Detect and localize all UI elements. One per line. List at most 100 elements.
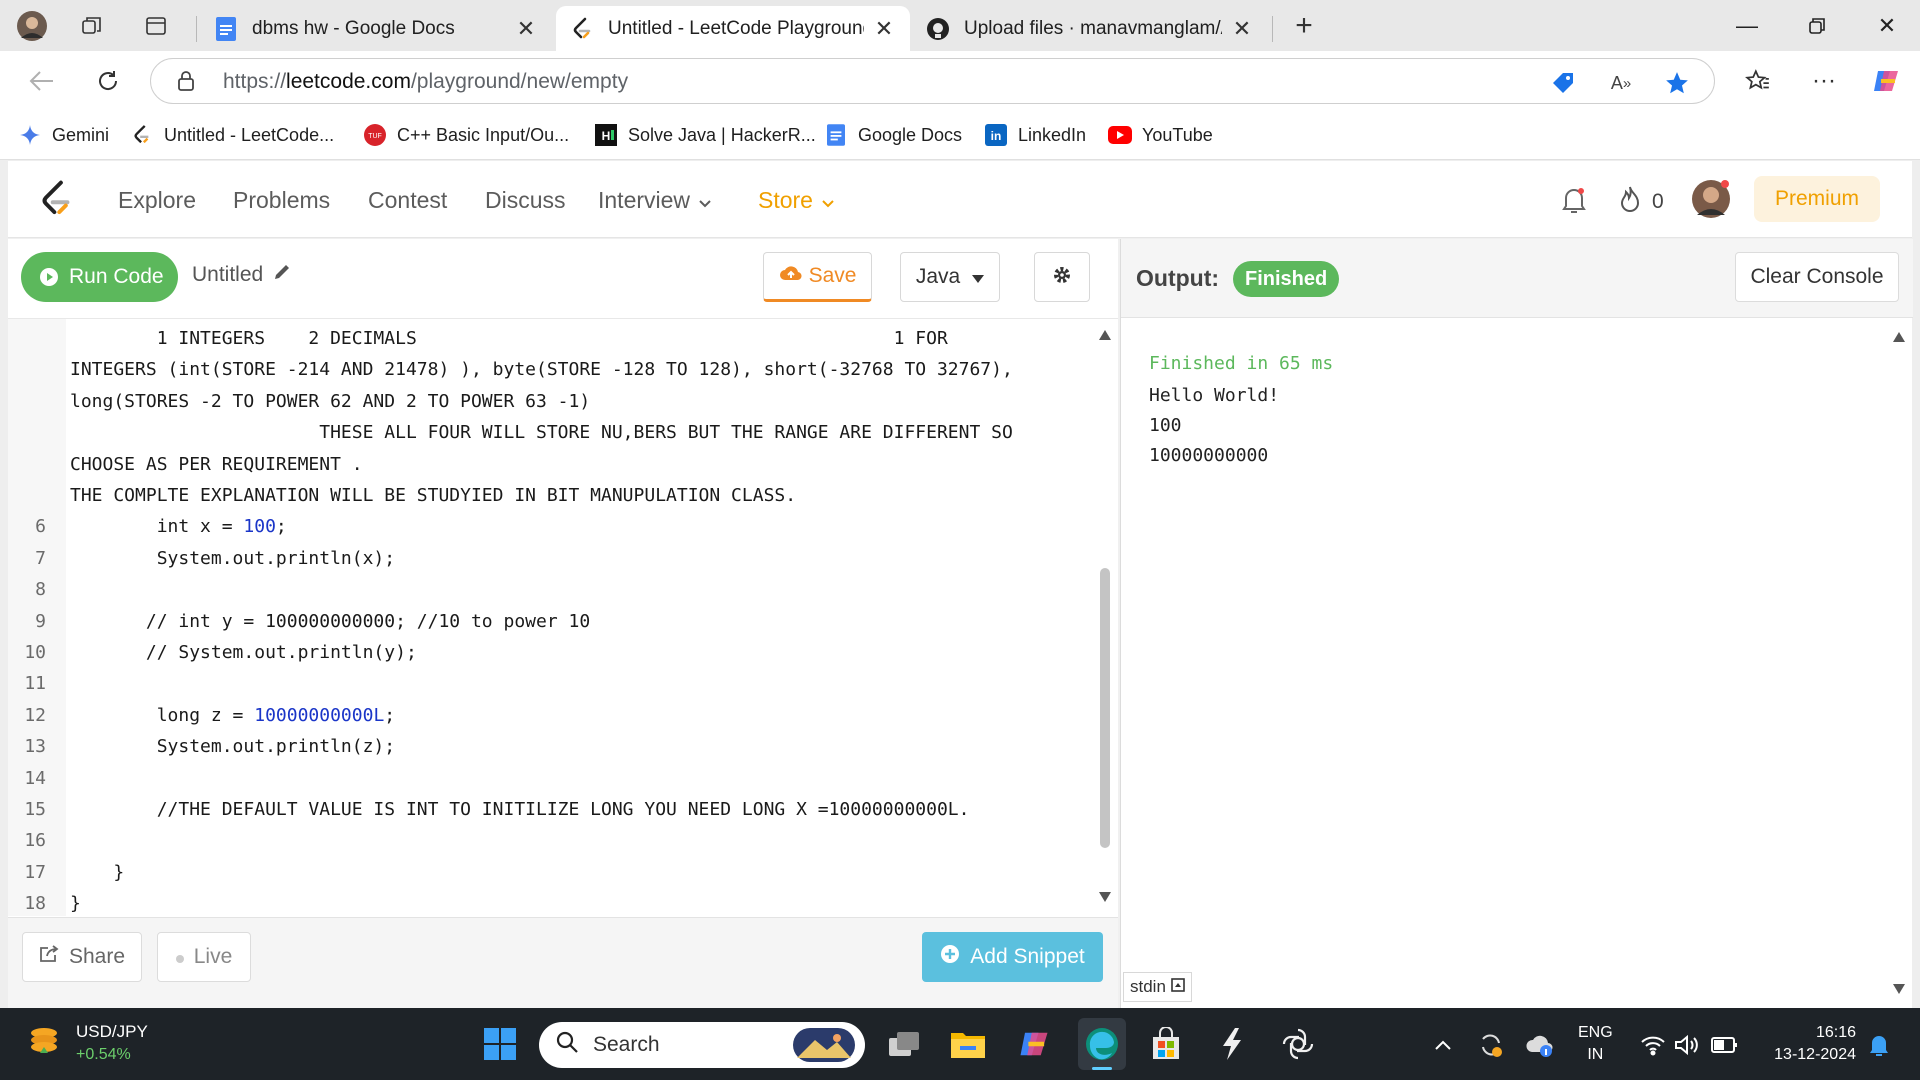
tab-google-docs[interactable]: dbms hw - Google Docs ✕ (200, 6, 552, 51)
streak-counter[interactable]: 0 (1618, 185, 1664, 219)
nav-store[interactable]: Store (758, 187, 835, 215)
refresh-icon[interactable] (88, 61, 128, 101)
favorite-youtube[interactable]: YouTube (1108, 122, 1213, 148)
premium-button[interactable]: Premium (1754, 176, 1880, 222)
wifi-icon[interactable] (1638, 1030, 1668, 1060)
code-line[interactable]: long(STORES -2 TO POWER 62 AND 2 TO POWE… (8, 386, 1098, 417)
close-window-icon[interactable]: ✕ (1856, 0, 1918, 51)
code-line[interactable]: 11 (8, 668, 1098, 699)
copilot-app-icon[interactable] (1012, 1022, 1056, 1066)
code-line[interactable]: CHOOSE AS PER REQUIREMENT . (8, 449, 1098, 480)
scroll-up-arrow-icon[interactable] (1099, 327, 1111, 345)
language-select[interactable]: Java (900, 252, 1000, 302)
code-line[interactable]: 16 (8, 825, 1098, 856)
code-line[interactable]: 17 } (8, 857, 1098, 888)
scroll-thumb[interactable] (1100, 568, 1110, 848)
favorite-gemini[interactable]: Gemini (18, 122, 109, 148)
tab-actions-icon[interactable] (138, 8, 174, 44)
code-line[interactable]: 10 // System.out.println(y); (8, 637, 1098, 668)
add-snippet-button[interactable]: Add Snippet (922, 932, 1103, 982)
stock-widget[interactable]: USD/JPY +0.54% (26, 1022, 148, 1064)
nav-contest[interactable]: Contest (368, 187, 447, 214)
read-aloud-icon[interactable]: A» (1607, 69, 1635, 97)
chevron-up-icon[interactable] (1428, 1030, 1458, 1060)
lock-icon[interactable] (177, 70, 195, 97)
close-tab-icon[interactable]: ✕ (1230, 16, 1254, 41)
code-line[interactable]: 13 System.out.println(z); (8, 731, 1098, 762)
lightning-app-icon[interactable] (1210, 1022, 1254, 1066)
tab-leetcode-playground[interactable]: Untitled - LeetCode Playground ✕ (556, 6, 910, 51)
live-button[interactable]: Live (157, 932, 251, 982)
system-clock[interactable]: 16:16 13-12-2024 (1760, 1022, 1856, 1066)
workspaces-icon[interactable] (74, 8, 110, 44)
code-line[interactable]: 8 (8, 574, 1098, 605)
taskbar-search[interactable]: Search (539, 1022, 865, 1068)
new-tab-icon[interactable]: + (1286, 8, 1322, 44)
favorite-leetcode[interactable]: Untitled - LeetCode... (130, 122, 334, 148)
favorite-linkedin[interactable]: in LinkedIn (984, 122, 1086, 148)
scroll-down-arrow-icon[interactable] (1099, 889, 1111, 907)
code-line[interactable]: THESE ALL FOUR WILL STORE NU,BERS BUT TH… (8, 417, 1098, 448)
copilot-icon[interactable] (1866, 61, 1906, 101)
leetcode-logo-icon[interactable] (38, 179, 74, 224)
close-tab-icon[interactable]: ✕ (514, 16, 538, 41)
favorite-hackerrank[interactable]: H Solve Java | HackerR... (594, 122, 816, 148)
edge-browser-icon[interactable] (1078, 1018, 1126, 1070)
nav-discuss[interactable]: Discuss (485, 187, 566, 214)
chatgpt-icon[interactable] (1276, 1022, 1320, 1066)
run-code-label: Run Code (69, 265, 164, 288)
editor-scrollbar[interactable] (1096, 319, 1114, 916)
restore-icon[interactable] (1786, 0, 1848, 51)
scroll-down-arrow-icon[interactable] (1893, 981, 1905, 999)
address-bar[interactable]: https://leetcode.com/playground/new/empt… (150, 58, 1715, 104)
windows-start-icon[interactable] (478, 1022, 522, 1066)
code-line[interactable]: 14 (8, 763, 1098, 794)
stdin-toggle[interactable]: stdin (1123, 972, 1192, 1002)
save-button[interactable]: Save (763, 252, 872, 302)
notification-bell-icon[interactable] (1864, 1030, 1894, 1060)
share-button[interactable]: Share (22, 932, 142, 982)
language-indicator[interactable]: ENG IN (1578, 1022, 1613, 1066)
weather-icon[interactable] (1524, 1030, 1554, 1060)
code-line[interactable]: INTEGERS (int(STORE -214 AND 21478) ), b… (8, 354, 1098, 385)
settings-button[interactable] (1034, 252, 1090, 302)
url-text[interactable]: https://leetcode.com/playground/new/empt… (223, 70, 628, 94)
favorites-list-icon[interactable] (1738, 61, 1778, 101)
code-line[interactable]: 9 // int y = 100000000000; //10 to power… (8, 606, 1098, 637)
favorite-star-icon[interactable] (1663, 69, 1691, 97)
nav-interview[interactable]: Interview (598, 187, 712, 215)
file-explorer-icon[interactable] (946, 1022, 990, 1066)
playground-title[interactable]: Untitled (192, 263, 291, 287)
favorite-google-docs[interactable]: Google Docs (824, 122, 962, 148)
close-tab-icon[interactable]: ✕ (872, 16, 896, 41)
more-options-icon[interactable]: ··· (1804, 61, 1844, 101)
code-editor[interactable]: 1 INTEGERS 2 DECIMALS 1 FOR INTEGERS (int… (8, 318, 1118, 916)
sync-status-icon[interactable] (1476, 1030, 1506, 1060)
pencil-edit-icon[interactable] (273, 263, 291, 287)
coupon-tag-icon[interactable] (1549, 69, 1577, 97)
code-line[interactable]: THE COMPLTE EXPLANATION WILL BE STUDYIED… (8, 480, 1098, 511)
scroll-up-arrow-icon[interactable] (1893, 329, 1905, 347)
run-code-button[interactable]: Run Code (21, 252, 178, 302)
tab-separator (196, 16, 197, 42)
task-view-icon[interactable] (882, 1022, 926, 1066)
microsoft-store-icon[interactable] (1144, 1022, 1188, 1066)
clear-console-button[interactable]: Clear Console (1735, 252, 1899, 302)
code-line[interactable]: 1 INTEGERS 2 DECIMALS 1 FOR (8, 323, 1098, 354)
user-avatar[interactable] (1691, 179, 1731, 224)
tab-github-upload[interactable]: Upload files · manavmanglam/AL ✕ (912, 6, 1268, 51)
minimize-icon[interactable]: — (1716, 0, 1778, 51)
profile-avatar-icon[interactable] (14, 8, 50, 44)
battery-icon[interactable] (1710, 1030, 1740, 1060)
code-line[interactable]: 7 System.out.println(x); (8, 543, 1098, 574)
notification-bell-icon[interactable] (1560, 185, 1588, 220)
code-line[interactable]: 12 long z = 10000000000L; (8, 700, 1098, 731)
favorite-tuf[interactable]: TUF C++ Basic Input/Ou... (363, 122, 569, 148)
code-line[interactable]: 15 //THE DEFAULT VALUE IS INT TO INITILI… (8, 794, 1098, 825)
code-line[interactable]: 18} (8, 888, 1098, 916)
code-line[interactable]: 6 int x = 100; (8, 511, 1098, 542)
nav-problems[interactable]: Problems (233, 187, 330, 214)
nav-explore[interactable]: Explore (118, 187, 196, 214)
back-arrow-icon[interactable] (22, 61, 62, 101)
volume-icon[interactable] (1672, 1030, 1702, 1060)
